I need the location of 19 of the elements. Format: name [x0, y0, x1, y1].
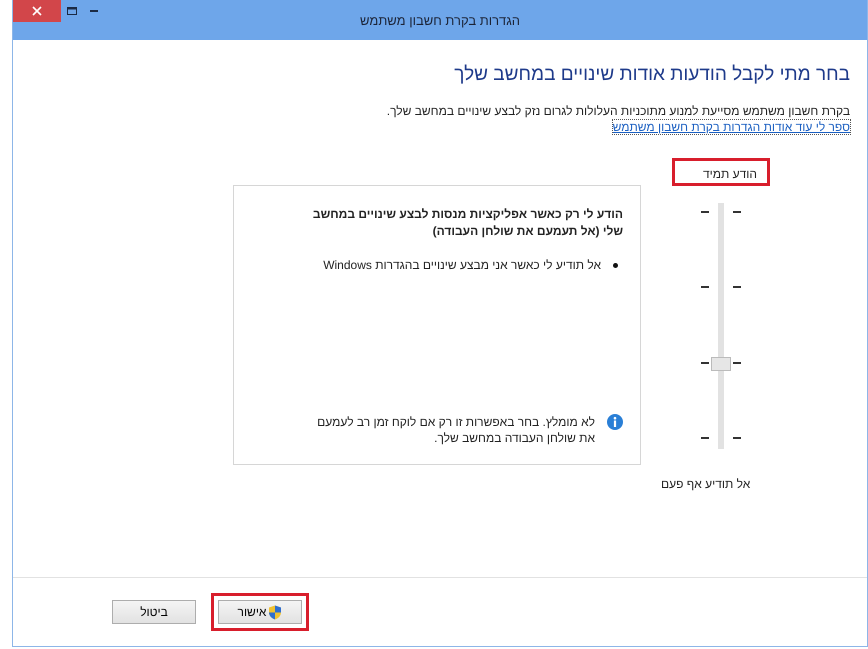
- info-icon: [607, 414, 623, 430]
- cancel-button[interactable]: ביטול: [112, 600, 196, 624]
- description-text: בקרת חשבון משתמש מסייעת למנוע מתוכניות העלולות לגרום נזק לבצע שינויים במחשב שלך.: [386, 104, 850, 118]
- slider-top-label: הודע תמיד: [672, 158, 770, 186]
- bullet-icon: [613, 262, 618, 268]
- slider-thumb[interactable]: [711, 356, 731, 371]
- setting-title: הודע לי רק כאשר אפליקציות מנסות לבצע שינויים במחשב שלי (אל תעמעם את שולחן העבודה): [312, 206, 623, 240]
- ok-button[interactable]: אישור: [218, 600, 302, 624]
- learn-more-link[interactable]: ספר לי עוד אודות הגדרות בקרת חשבון משתמש: [612, 120, 850, 134]
- slider-bottom-label: אל תודיע אף פעם: [661, 477, 750, 491]
- maximize-icon: [67, 7, 77, 15]
- page-heading: בחר מתי לקבל הודעות אודות שינויים במחשב שלך: [453, 64, 850, 86]
- minimize-icon: [90, 10, 98, 12]
- shield-icon: [268, 604, 282, 620]
- close-icon: [32, 6, 42, 16]
- close-button[interactable]: [13, 0, 61, 22]
- window-title: הגדרות בקרת חשבון משתמש: [360, 13, 520, 28]
- warning-note: לא מומלץ. בחר באפשרות זו רק אם לוקח זמן רב לעמעם את שולחן העבודה במחשב שלך.: [316, 414, 595, 446]
- bullet-text: אל תודיע לי כאשר אני מבצע שינויים בהגדרות Windows: [323, 258, 601, 272]
